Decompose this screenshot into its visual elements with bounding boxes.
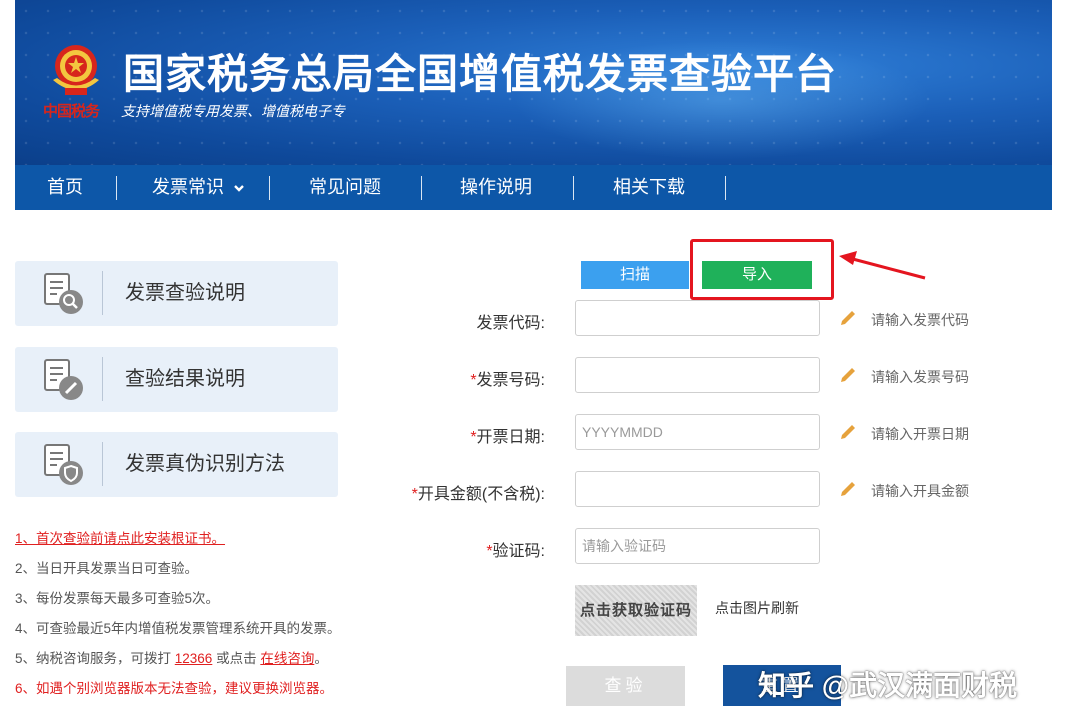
- card-result-guide[interactable]: 查验结果说明: [15, 347, 338, 412]
- pencil-icon: [841, 482, 855, 496]
- captcha-input[interactable]: [575, 528, 820, 564]
- invoice-code-label: 发票代码:: [345, 309, 545, 333]
- tab-scan[interactable]: 扫描: [581, 261, 689, 289]
- main-nav: 首页 发票常识 常见问题 操作说明 相关下载: [15, 165, 1052, 210]
- watermark: 知乎 @武汉满面财税: [758, 670, 1018, 701]
- invoice-number-label-text: 发票号码:: [476, 372, 545, 389]
- invoice-code-label-text: 发票代码:: [476, 315, 545, 332]
- notes-list: 1、首次查验前请点此安装根证书。 2、当日开具发票当日可查验。 3、每份发票每天…: [15, 528, 341, 708]
- online-consult-link[interactable]: 在线咨询: [260, 651, 314, 666]
- nav-faq[interactable]: 常见问题: [309, 165, 381, 210]
- nav-instructions[interactable]: 操作说明: [460, 165, 532, 210]
- document-edit-icon: [44, 359, 83, 400]
- card-divider: [102, 442, 103, 486]
- nav-divider: [573, 176, 574, 200]
- annotation-arrow-icon: [839, 251, 926, 280]
- card-divider: [102, 271, 103, 315]
- invoice-date-label: *开票日期:: [345, 423, 545, 447]
- invoice-number-hint: 请输入发票号码: [871, 369, 969, 385]
- invoice-number-input[interactable]: [575, 357, 820, 393]
- note-consult: 5、纳税咨询服务，可拨打 12366 或点击 在线咨询。: [15, 648, 341, 678]
- site-title: 国家税务总局全国增值税发票查验平台: [123, 50, 837, 98]
- captcha-refresh-link[interactable]: 点击图片刷新: [715, 598, 799, 618]
- note-same-day: 2、当日开具发票当日可查验。: [15, 561, 199, 576]
- header-banner: 中国税务 国家税务总局全国增值税发票查验平台 支持增值税专用发票、增值税电子专: [15, 0, 1052, 165]
- note-consult-suffix: 。: [314, 651, 328, 666]
- nav-invoice-knowledge[interactable]: 发票常识: [152, 165, 245, 210]
- nav-divider: [421, 176, 422, 200]
- install-cert-link[interactable]: 1、首次查验前请点此安装根证书。: [15, 531, 225, 546]
- nav-divider: [725, 176, 726, 200]
- site-subtitle: 支持增值税专用发票、增值税电子专: [121, 103, 345, 119]
- document-shield-icon: [44, 444, 83, 485]
- nav-downloads[interactable]: 相关下载: [613, 165, 685, 210]
- invoice-code-hint: 请输入发票代码: [871, 312, 969, 328]
- card-label: 查验结果说明: [125, 368, 245, 390]
- card-label: 发票查验说明: [125, 282, 245, 304]
- note-five-years: 4、可查验最近5年内增值税发票管理系统开具的发票。: [15, 621, 341, 636]
- card-divider: [102, 357, 103, 401]
- invoice-amount-hint: 请输入开具金额: [871, 483, 969, 499]
- chevron-down-icon: [234, 185, 244, 192]
- hotline-link[interactable]: 12366: [175, 651, 213, 666]
- check-button[interactable]: 查验: [566, 666, 685, 706]
- invoice-code-input[interactable]: [575, 300, 820, 336]
- invoice-date-hint: 请输入开票日期: [871, 426, 969, 442]
- invoice-date-label-text: 开票日期:: [476, 429, 545, 446]
- document-search-icon: [44, 273, 83, 314]
- card-invoice-check-guide[interactable]: 发票查验说明: [15, 261, 338, 326]
- note-install-cert[interactable]: 1、首次查验前请点此安装根证书。: [15, 528, 341, 558]
- nav-divider: [269, 176, 270, 200]
- captcha-label-text: 验证码:: [492, 543, 545, 560]
- invoice-amount-input[interactable]: [575, 471, 820, 507]
- nav-home[interactable]: 首页: [47, 165, 83, 210]
- card-authenticity-guide[interactable]: 发票真伪识别方法: [15, 432, 338, 497]
- invoice-date-input[interactable]: [575, 414, 820, 450]
- emblem-text: 中国税务: [43, 102, 100, 120]
- highlight-box: [690, 239, 834, 300]
- nav-invoice-knowledge-label: 发票常识: [152, 177, 224, 197]
- note-browser: 6、如遇个别浏览器版本无法查验，建议更换浏览器。: [15, 681, 334, 696]
- pencil-icon: [841, 425, 855, 439]
- captcha-image[interactable]: 点击获取验证码: [575, 585, 697, 636]
- invoice-number-label: *发票号码:: [345, 366, 545, 390]
- note-consult-prefix: 5、纳税咨询服务，可拨打: [15, 651, 175, 666]
- tax-emblem-icon: [53, 45, 99, 95]
- note-consult-mid: 或点击: [212, 651, 261, 666]
- invoice-amount-label: *开具金额(不含税):: [345, 480, 545, 504]
- note-limit: 3、每份发票每天最多可查验5次。: [15, 591, 220, 606]
- pencil-icon: [841, 311, 855, 325]
- nav-divider: [116, 176, 117, 200]
- captcha-label: *验证码:: [345, 537, 545, 561]
- card-label: 发票真伪识别方法: [125, 453, 285, 475]
- invoice-amount-label-text: 开具金额(不含税):: [417, 486, 545, 503]
- pencil-icon: [841, 368, 855, 382]
